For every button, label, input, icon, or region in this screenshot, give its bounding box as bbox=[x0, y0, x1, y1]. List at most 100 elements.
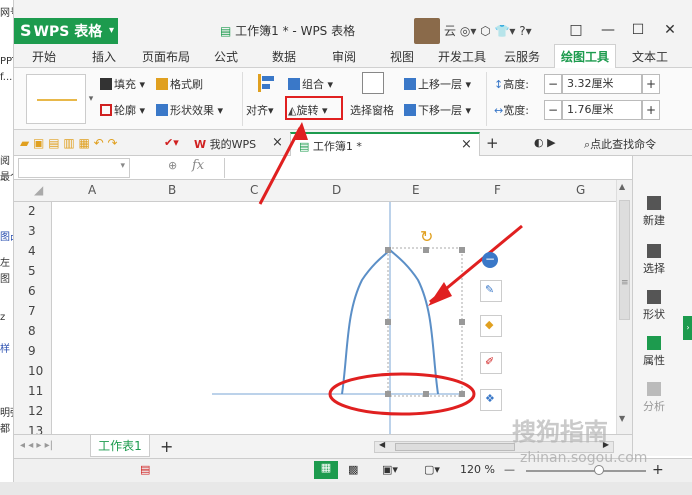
macro-icon[interactable]: ▤ bbox=[140, 463, 150, 476]
new-tab-button[interactable]: + bbox=[486, 134, 499, 152]
height-decrease-button[interactable]: − bbox=[544, 74, 562, 94]
height-input[interactable]: 3.32厘米 bbox=[562, 74, 642, 94]
column-header[interactable]: D bbox=[332, 183, 341, 197]
maximize-button[interactable]: ☐ bbox=[624, 18, 652, 42]
align-icon[interactable] bbox=[256, 72, 278, 94]
close-tab-icon[interactable]: × bbox=[461, 137, 472, 152]
add-sheet-button[interactable]: + bbox=[160, 437, 173, 456]
send-backward-button[interactable]: 下移一层 ▾ bbox=[404, 102, 471, 118]
page-layout-view-button[interactable]: ▣▾ bbox=[382, 463, 398, 476]
select-pane-label: 选择窗格 bbox=[350, 104, 394, 117]
fx-icon[interactable]: fx bbox=[192, 158, 204, 173]
zoom-in-button[interactable]: + bbox=[652, 462, 664, 478]
zoom-out-button[interactable]: — bbox=[504, 463, 515, 476]
height-increase-button[interactable]: + bbox=[642, 74, 660, 94]
column-header[interactable]: B bbox=[168, 183, 176, 197]
sheet-tab-1[interactable]: 工作表1 bbox=[90, 435, 150, 457]
row-header[interactable]: 11 bbox=[28, 384, 43, 398]
row-header[interactable]: 9 bbox=[28, 344, 36, 358]
panel-new-button[interactable]: 新建 bbox=[633, 196, 675, 228]
select-pane-button[interactable]: 选择窗格 bbox=[350, 102, 394, 118]
vertical-scrollbar[interactable]: ▲ ≡ ▼ bbox=[616, 180, 632, 434]
row-header[interactable]: 3 bbox=[28, 224, 36, 238]
edit-shape-button[interactable]: ✎ bbox=[480, 280, 502, 302]
app-menu-button[interactable]: S WPS 表格 ▾ bbox=[14, 18, 118, 44]
layers-button[interactable]: ❖ bbox=[480, 389, 502, 411]
panel-shape-button[interactable]: 形状 bbox=[633, 290, 675, 322]
properties-icon bbox=[647, 336, 661, 350]
zoom-level[interactable]: 120 % bbox=[460, 463, 495, 476]
tab-drawing-tools[interactable]: 绘图工具 bbox=[554, 44, 617, 68]
panel-analysis-button[interactable]: 分析 bbox=[633, 382, 675, 414]
reading-mode-button[interactable]: ▢▾ bbox=[424, 463, 440, 476]
row-header[interactable]: 2 bbox=[28, 204, 36, 218]
zoom-slider[interactable] bbox=[526, 465, 646, 475]
tab-formula[interactable]: 公式 bbox=[214, 48, 238, 65]
ribbon-divider bbox=[486, 72, 487, 126]
select-all-corner[interactable]: ◢ bbox=[34, 183, 43, 197]
bring-forward-label: 上移一层 bbox=[418, 78, 462, 91]
wps-logo-icon: S bbox=[20, 21, 32, 40]
height-label: ↕高度: bbox=[494, 76, 529, 92]
shape-style-gallery[interactable] bbox=[26, 74, 86, 124]
row-header[interactable]: 8 bbox=[28, 324, 36, 338]
minimize-button[interactable]: — bbox=[594, 18, 622, 42]
column-header[interactable]: E bbox=[412, 183, 420, 197]
collapse-icon[interactable]: − bbox=[482, 252, 498, 268]
row-header[interactable]: 10 bbox=[28, 364, 43, 378]
align-button[interactable]: 对齐▾ bbox=[246, 102, 274, 118]
fill-button[interactable]: 填充 ▾ bbox=[100, 76, 145, 92]
panel-properties-button[interactable]: 属性 bbox=[633, 336, 675, 368]
tab-home[interactable]: 开始 bbox=[32, 48, 56, 65]
group-button[interactable]: 组合 ▾ bbox=[288, 76, 333, 92]
column-header[interactable]: F bbox=[494, 183, 501, 197]
window-toggle-button[interactable]: □ bbox=[562, 18, 590, 42]
title-icons[interactable]: 云 ◎▾ ⬡ 👕▾ ?▾ bbox=[444, 22, 532, 39]
tab-text-tools[interactable]: 文本工 bbox=[632, 48, 668, 65]
row-header[interactable]: 7 bbox=[28, 304, 36, 318]
outline-button[interactable]: 轮廓 ▾ bbox=[100, 102, 145, 118]
gallery-scroll-icon[interactable]: ▾ bbox=[86, 74, 96, 124]
row-header[interactable]: 4 bbox=[28, 244, 36, 258]
avatar[interactable] bbox=[414, 18, 440, 44]
page-break-view-button[interactable]: ▩ bbox=[348, 463, 358, 476]
sheet-nav-buttons[interactable]: ◂ ◂ ▸ ▸| bbox=[20, 440, 53, 451]
search-command[interactable]: ⌕点此查找命令 bbox=[584, 136, 656, 152]
tab-bar-icons[interactable]: ◐ ▶ bbox=[534, 136, 556, 149]
tab-data[interactable]: 数据 bbox=[272, 48, 296, 65]
format-brush-button[interactable]: 格式刷 bbox=[156, 76, 203, 92]
title-toolbar-icons[interactable]: ◎▾ ⬡ 👕▾ ?▾ bbox=[460, 24, 532, 38]
select-pane-icon[interactable] bbox=[362, 72, 384, 94]
name-box[interactable]: ▾ bbox=[18, 158, 130, 178]
column-header[interactable]: A bbox=[88, 183, 96, 197]
tab-insert[interactable]: 插入 bbox=[92, 48, 116, 65]
normal-view-button[interactable]: ▦ bbox=[314, 461, 338, 479]
shape-fill-button[interactable]: ◆ bbox=[480, 315, 502, 337]
tab-developer[interactable]: 开发工具 bbox=[438, 48, 486, 65]
shape-effect-button[interactable]: 形状效果 ▾ bbox=[156, 102, 223, 118]
row-header[interactable]: 12 bbox=[28, 404, 43, 418]
tab-view[interactable]: 视图 bbox=[390, 48, 414, 65]
tab-cloud[interactable]: 云服务 bbox=[504, 48, 540, 65]
tab-review[interactable]: 审阅 bbox=[332, 48, 356, 65]
quick-access-icons[interactable]: ▰ ▣ ▤ ▥ ▦ ↶ ↷ bbox=[20, 136, 118, 150]
document-icon: ▤ bbox=[220, 24, 232, 38]
panel-select-button[interactable]: 选择 bbox=[633, 244, 675, 276]
row-header[interactable]: 6 bbox=[28, 284, 36, 298]
tab-page-layout[interactable]: 页面布局 bbox=[142, 48, 190, 65]
format-brush-icon bbox=[156, 78, 168, 90]
user-name[interactable]: 云 bbox=[444, 24, 456, 38]
panel-collapse-icon[interactable]: › bbox=[683, 316, 692, 340]
bring-forward-button[interactable]: 上移一层 ▾ bbox=[404, 76, 471, 92]
width-increase-button[interactable]: + bbox=[642, 100, 660, 120]
close-button[interactable]: ✕ bbox=[656, 18, 684, 42]
width-input[interactable]: 1.76厘米 bbox=[562, 100, 642, 120]
row-header[interactable]: 5 bbox=[28, 264, 36, 278]
worksheet-grid[interactable]: ↻ bbox=[52, 202, 632, 434]
column-header[interactable]: G bbox=[576, 183, 585, 197]
checkmark-icon[interactable]: ✔▾ bbox=[164, 136, 179, 149]
edit-shape-icon: ✎ bbox=[485, 283, 495, 296]
width-decrease-button[interactable]: − bbox=[544, 100, 562, 120]
shape-outline-button[interactable]: ✐ bbox=[480, 352, 502, 374]
zoom-icon[interactable]: ⊕ bbox=[168, 159, 177, 172]
